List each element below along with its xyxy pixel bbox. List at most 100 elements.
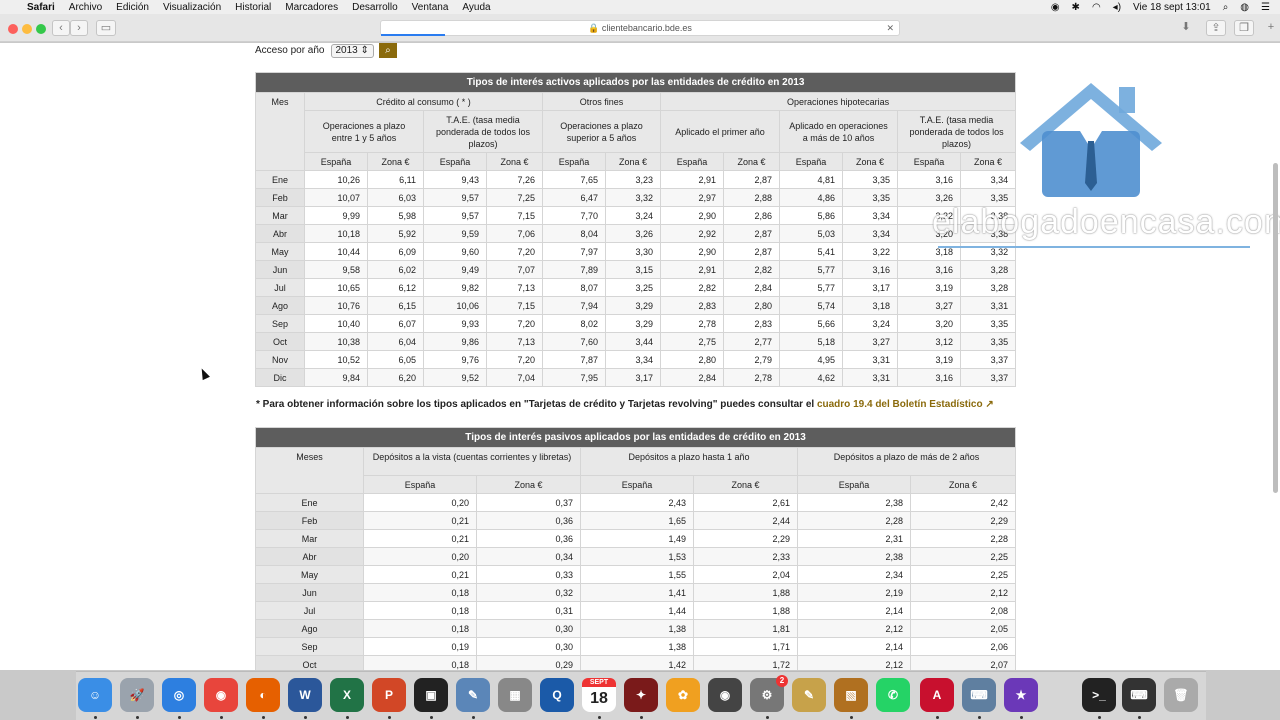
month-cell: Ene xyxy=(255,493,364,512)
terminal-icon[interactable]: >_ xyxy=(1082,678,1116,712)
finder-icon[interactable]: ☺ xyxy=(78,678,112,712)
share-icon[interactable]: ⇪ xyxy=(1206,20,1226,36)
excel-icon[interactable]: X xyxy=(330,678,364,712)
table-row: Abr 10,18 5,92 9,59 7,06 8,04 3,26 2,92 2,87 5,03… xyxy=(255,224,1017,243)
menu-marcadores[interactable]: Marcadores xyxy=(285,2,338,13)
wifi-icon[interactable]: ◠ xyxy=(1092,2,1101,13)
imovie-icon[interactable]: ★ xyxy=(1004,678,1038,712)
back-button[interactable]: ‹ xyxy=(52,20,70,36)
table-cell: 3,32 xyxy=(605,188,661,207)
calculator-icon[interactable]: ▦ xyxy=(498,678,532,712)
table-cell: 2,87 xyxy=(723,242,780,261)
table-cell: 2,04 xyxy=(693,565,798,584)
tabs-overview-icon[interactable]: ❐ xyxy=(1234,20,1254,36)
quicktime-icon[interactable]: Q xyxy=(540,678,574,712)
table-cell: 2,86 xyxy=(723,206,780,225)
table-cell: 5,41 xyxy=(779,242,843,261)
stop-loading-icon[interactable]: ✕ xyxy=(886,21,894,36)
calendar-icon[interactable]: SEPT 18 xyxy=(582,678,616,712)
table-cell: 5,98 xyxy=(367,206,424,225)
table-cell: 9,99 xyxy=(304,206,368,225)
menu-app-name[interactable]: Safari xyxy=(27,2,55,13)
external-link-icon[interactable]: ↗ xyxy=(985,399,993,410)
record-icon[interactable]: ◉ xyxy=(1051,2,1060,13)
network-icon[interactable]: ⌨ xyxy=(962,678,996,712)
table-cell: 2,34 xyxy=(797,565,911,584)
zoom-window-button[interactable] xyxy=(36,24,46,34)
firefox-icon[interactable]: ◐ xyxy=(246,678,280,712)
vertical-scrollbar[interactable] xyxy=(1273,163,1278,493)
photo-booth-icon[interactable]: ▣ xyxy=(414,678,448,712)
table-cell: 2,87 xyxy=(723,224,780,243)
word-icon[interactable]: W xyxy=(288,678,322,712)
siri-icon[interactable]: ◍ xyxy=(1240,2,1249,13)
running-indicator xyxy=(1098,716,1101,719)
notification-center-icon[interactable]: ☰ xyxy=(1261,2,1270,13)
menu-historial[interactable]: Historial xyxy=(235,2,271,13)
forward-button[interactable]: › xyxy=(70,20,88,36)
table-cell: 2,25 xyxy=(909,565,1017,584)
table-cell: 3,35 xyxy=(959,332,1017,351)
column-header: España xyxy=(897,152,961,171)
group-header: Depósitos a plazo de más de 2 años xyxy=(796,447,1017,476)
menu-ventana[interactable]: Ventana xyxy=(412,2,449,13)
table-cell: 3,19 xyxy=(897,350,961,369)
table-cell: 3,17 xyxy=(605,368,661,387)
table-cell: 1,81 xyxy=(693,619,798,638)
sidebar-toggle-icon[interactable]: ▭ xyxy=(96,20,116,36)
group-header: Operaciones hipotecarias xyxy=(659,92,1017,111)
table-cell: 3,44 xyxy=(605,332,661,351)
new-tab-icon[interactable]: + xyxy=(1264,20,1278,36)
month-cell: May xyxy=(255,565,364,584)
running-indicator xyxy=(1020,716,1023,719)
acrobat-icon[interactable]: A xyxy=(920,678,954,712)
running-indicator xyxy=(388,716,391,719)
launchpad-icon[interactable]: 🚀 xyxy=(120,678,154,712)
preview-icon[interactable]: ✎ xyxy=(456,678,490,712)
running-indicator xyxy=(936,716,939,719)
address-bar[interactable]: 🔒 clientebancario.bde.es ✕ xyxy=(380,20,900,36)
table-cell: 1,88 xyxy=(693,601,798,620)
volume-icon[interactable]: ◂) xyxy=(1113,2,1121,13)
year-select[interactable]: 2013 ⇕ xyxy=(330,43,374,58)
minimize-window-button[interactable] xyxy=(22,24,32,34)
table-cell: 1,38 xyxy=(580,637,694,656)
spotlight-icon[interactable]: ⌕ xyxy=(1223,2,1229,13)
boletin-link[interactable]: cuadro 19.4 del Boletín Estadístico xyxy=(817,399,983,410)
month-cell: Ago xyxy=(255,296,305,315)
screenshot-icon[interactable]: ◉ xyxy=(708,678,742,712)
table-cell: 3,30 xyxy=(605,242,661,261)
search-button[interactable]: ⌕ xyxy=(378,43,397,58)
table-cell: 2,92 xyxy=(660,224,724,243)
whatsapp-icon[interactable]: ✆ xyxy=(876,678,910,712)
table-cell: 3,16 xyxy=(842,260,898,279)
table-row: Nov 10,52 6,05 9,76 7,20 7,87 3,34 2,80 2,79 4,95… xyxy=(255,350,1017,369)
table-cell: 5,18 xyxy=(779,332,843,351)
table-cell: 1,49 xyxy=(580,529,694,548)
downloads-icon[interactable]: ⬇ xyxy=(1176,20,1196,36)
table-cell: 2,90 xyxy=(660,242,724,261)
photos-icon[interactable]: ✿ xyxy=(666,678,700,712)
table-cell: 2,33 xyxy=(693,547,798,566)
menu-edicion[interactable]: Edición xyxy=(116,2,149,13)
safari-icon[interactable]: ◎ xyxy=(162,678,196,712)
table-cell: 2,84 xyxy=(660,368,724,387)
table-row: Jun 9,58 6,02 9,49 7,07 7,89 3,15 2,91 2,82 5,77 3… xyxy=(255,260,1017,279)
menu-desarrollo[interactable]: Desarrollo xyxy=(352,2,398,13)
powerpoint-icon[interactable]: P xyxy=(372,678,406,712)
trash-icon[interactable]: 🗑 xyxy=(1164,678,1198,712)
system-preferences-icon[interactable]: ⚙ 2 xyxy=(750,675,788,712)
close-window-button[interactable] xyxy=(8,24,18,34)
subgroup-header: Aplicado el primer año xyxy=(660,110,780,153)
textedit-icon[interactable]: ✎ xyxy=(792,678,826,712)
image-capture-icon[interactable]: ▧ xyxy=(834,678,868,712)
keyboard-icon[interactable]: ⌨ xyxy=(1122,678,1156,712)
photo-booth-2-icon[interactable]: ✦ xyxy=(624,678,658,712)
clock[interactable]: Vie 18 sept 13:01 xyxy=(1133,2,1211,13)
menu-archivo[interactable]: Archivo xyxy=(69,2,102,13)
chrome-icon[interactable]: ◉ xyxy=(204,678,238,712)
menu-ayuda[interactable]: Ayuda xyxy=(462,2,490,13)
bluetooth-icon[interactable]: ✱ xyxy=(1072,2,1080,13)
table-cell: 2,91 xyxy=(660,260,724,279)
menu-visualizacion[interactable]: Visualización xyxy=(163,2,221,13)
